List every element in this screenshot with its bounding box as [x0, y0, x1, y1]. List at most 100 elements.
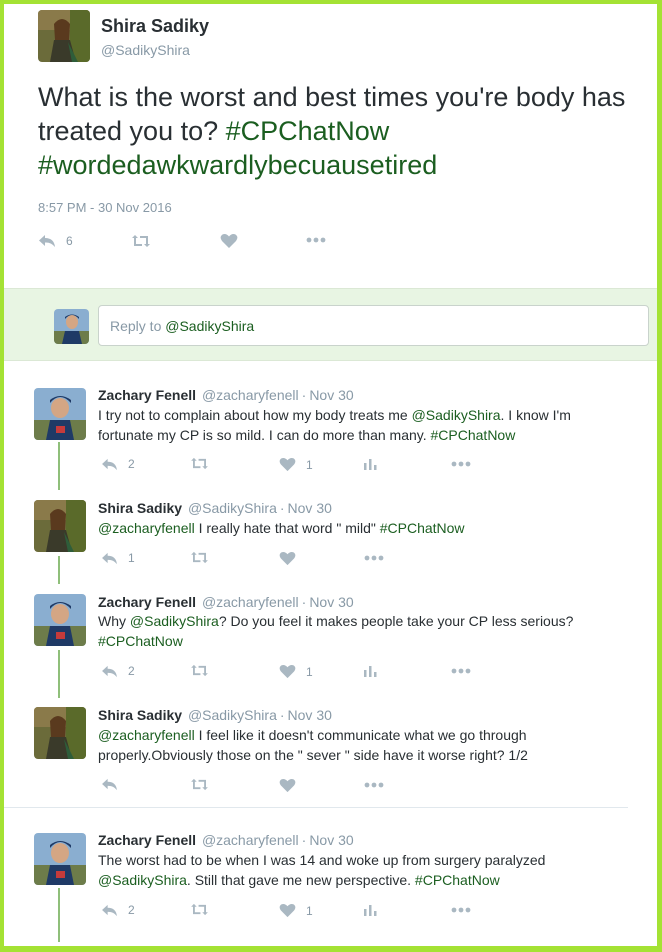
tweet-actions: 6: [38, 232, 358, 256]
reply-button[interactable]: 1: [101, 551, 135, 565]
author-name[interactable]: Shira Sadiky: [98, 707, 182, 723]
text-segment: I feel like it doesn't communicate what …: [194, 727, 527, 743]
author-handle[interactable]: @zacharyfenell: [202, 387, 299, 403]
avatar[interactable]: [38, 10, 90, 62]
tweet-actions: 2 1: [101, 457, 481, 477]
author-name[interactable]: Zachary Fenell: [98, 594, 196, 610]
thread-tweet[interactable]: Zachary Fenell @zacharyfenell · Nov 30 Why…: [4, 584, 628, 694]
reply-button[interactable]: [101, 778, 118, 791]
reply-input[interactable]: Reply to @SadikyShira: [98, 305, 649, 346]
retweet-icon: [191, 903, 208, 916]
tweet-text: Why @SadikyShira? Do you feel it makes p…: [98, 611, 618, 651]
thread-connector-line: [58, 442, 60, 494]
avatar[interactable]: [34, 388, 86, 440]
timestamp[interactable]: 8:57 PM - 30 Nov 2016: [38, 200, 172, 215]
author-handle[interactable]: @SadikyShira: [101, 42, 190, 58]
mention-link[interactable]: @SadikyShira: [412, 407, 501, 423]
analytics-button[interactable]: [364, 457, 377, 470]
tweet-date[interactable]: Nov 30: [288, 500, 332, 516]
reply-button[interactable]: 2: [101, 664, 135, 678]
like-button[interactable]: 1: [279, 457, 313, 472]
mention-link[interactable]: @SadikyShira: [130, 613, 219, 629]
reply-count: 2: [128, 457, 135, 471]
like-button[interactable]: [279, 551, 296, 566]
like-button[interactable]: 1: [279, 664, 313, 679]
tweet-header: Shira Sadiky @SadikyShira · Nov 30: [98, 500, 332, 516]
avatar[interactable]: [34, 707, 86, 759]
retweet-button[interactable]: [189, 664, 210, 677]
thread-tweet[interactable]: Shira Sadiky @SadikyShira · Nov 30 @zachar…: [4, 490, 628, 580]
thread-tweet[interactable]: Shira Sadiky @SadikyShira · Nov 30 @zachar…: [4, 698, 628, 806]
more-icon: [451, 907, 471, 913]
hashtag-link[interactable]: #CPChatNow: [226, 116, 390, 146]
avatar-photo-shira: [34, 500, 86, 552]
reply-count: 2: [128, 903, 135, 917]
text-segment: . I know I'm: [500, 407, 571, 423]
author-name[interactable]: Shira Sadiky: [98, 500, 182, 516]
mention-link[interactable]: @SadikyShira: [98, 872, 187, 888]
tweet-header: Zachary Fenell @zacharyfenell · Nov 30: [98, 832, 354, 848]
avatar[interactable]: [34, 500, 86, 552]
tweet-text: I try not to complain about how my body …: [98, 405, 618, 445]
author-handle[interactable]: @zacharyfenell: [202, 594, 299, 610]
text-segment: . Still that gave me new perspective.: [186, 872, 415, 888]
reply-icon: [102, 552, 117, 564]
analytics-icon: [364, 459, 377, 470]
thread-tweet[interactable]: Zachary Fenell @zacharyfenell · Nov 30 The…: [4, 812, 628, 940]
analytics-button[interactable]: [364, 903, 377, 916]
tweet-header: Zachary Fenell @zacharyfenell · Nov 30: [98, 594, 354, 610]
retweet-button[interactable]: [189, 903, 210, 916]
reply-composer: Reply to @SadikyShira: [4, 288, 657, 361]
author-handle[interactable]: @SadikyShira: [188, 707, 277, 723]
tweet-date[interactable]: Nov 30: [309, 387, 353, 403]
text-segment: The worst had to be when I was 14 and wo…: [98, 852, 546, 868]
reply-button[interactable]: 6: [38, 234, 73, 248]
avatar[interactable]: [34, 594, 86, 646]
tweet-text: What is the worst and best times you're …: [38, 80, 638, 182]
text-segment: ? Do you feel it makes people take your …: [218, 613, 574, 629]
like-button[interactable]: [279, 778, 296, 793]
more-icon: [364, 782, 384, 788]
hashtag-link[interactable]: #CPChatNow: [98, 633, 183, 649]
retweet-button[interactable]: [189, 551, 210, 564]
more-button[interactable]: [364, 555, 384, 561]
like-button[interactable]: [220, 233, 238, 249]
reply-icon: [102, 904, 117, 916]
mention-link[interactable]: @zacharyfenell: [98, 520, 195, 536]
like-count: 1: [306, 457, 313, 472]
like-button[interactable]: 1: [279, 903, 313, 918]
more-button[interactable]: [451, 668, 471, 674]
author-handle[interactable]: @SadikyShira: [188, 500, 277, 516]
retweet-button[interactable]: [189, 778, 210, 791]
more-button[interactable]: [306, 237, 326, 243]
mention-link[interactable]: @zacharyfenell: [98, 727, 195, 743]
author-name[interactable]: Zachary Fenell: [98, 832, 196, 848]
more-button[interactable]: [364, 782, 384, 788]
tweet-date[interactable]: Nov 30: [309, 832, 353, 848]
retweet-button[interactable]: [130, 234, 152, 248]
author-name[interactable]: Zachary Fenell: [98, 387, 196, 403]
avatar[interactable]: [34, 833, 86, 885]
retweet-button[interactable]: [189, 457, 210, 470]
like-icon: [279, 664, 296, 679]
tweet-date[interactable]: Nov 30: [309, 594, 353, 610]
hashtag-link[interactable]: #CPChatNow: [431, 427, 516, 443]
reply-button[interactable]: 2: [101, 903, 135, 917]
avatar: [54, 309, 89, 344]
tweet-date[interactable]: Nov 30: [288, 707, 332, 723]
hashtag-link[interactable]: #CPChatNow: [415, 872, 500, 888]
main-tweet: Shira Sadiky @SadikyShira What is the wo…: [4, 4, 657, 288]
more-button[interactable]: [451, 461, 471, 467]
reply-icon: [102, 778, 117, 791]
hashtag-link[interactable]: #CPChatNow: [380, 520, 465, 536]
more-button[interactable]: [451, 907, 471, 913]
author-handle[interactable]: @zacharyfenell: [202, 832, 299, 848]
hashtag-link[interactable]: #wordedawkwardlybecuausetired: [38, 150, 437, 180]
text-segment: fortunate my CP is so mild. I can do mor…: [98, 427, 431, 443]
analytics-icon: [364, 905, 377, 916]
thread-tweet[interactable]: Zachary Fenell @zacharyfenell · Nov 30 I t…: [4, 362, 628, 486]
reply-button[interactable]: 2: [101, 457, 135, 471]
reply-prefix: Reply to: [110, 318, 166, 334]
analytics-button[interactable]: [364, 664, 377, 677]
author-name[interactable]: Shira Sadiky: [101, 16, 209, 37]
